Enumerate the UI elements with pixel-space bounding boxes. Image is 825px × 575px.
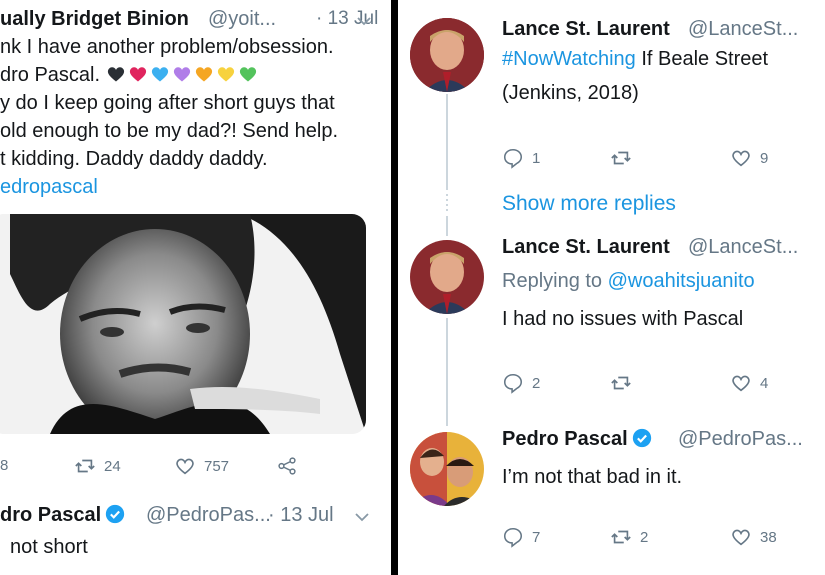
thread-dots xyxy=(446,194,448,214)
tweet-text-line-3: y do I keep going after short guys that xyxy=(0,92,335,114)
show-more-replies-link[interactable]: Show more replies xyxy=(502,192,676,216)
verified-badge-icon xyxy=(106,504,125,524)
reply-count: 8 xyxy=(0,457,9,474)
heart-icon xyxy=(732,375,750,392)
heart-icon xyxy=(732,529,750,546)
reply-action[interactable]: 7 xyxy=(502,526,540,548)
tweet-text: I had no issues with Pascal xyxy=(502,308,744,330)
tweet-text-line-5: t kidding. Daddy daddy daddy. xyxy=(0,148,268,170)
reply-text: not short xyxy=(10,536,88,558)
heart-emoji-icon xyxy=(238,64,258,84)
retweet-icon xyxy=(611,530,631,544)
tweet-text-line-1: #NowWatching If Beale Street xyxy=(502,48,768,71)
thread-line xyxy=(446,94,448,190)
retweet-action[interactable] xyxy=(610,372,640,394)
tweet-text-line-2: (Jenkins, 2018) xyxy=(502,82,639,104)
tweet-text: I’m not that bad in it. xyxy=(502,466,683,488)
tweet-author-name-text: Pedro Pascal xyxy=(502,428,628,450)
heart-emoji-icon xyxy=(106,64,126,84)
chevron-down-icon[interactable] xyxy=(355,512,369,522)
like-action[interactable]: 38 xyxy=(730,526,777,548)
reply-count: 1 xyxy=(532,149,541,167)
heart-icon xyxy=(176,458,194,475)
reply-author-name[interactable]: dro Pascal xyxy=(0,504,125,527)
hashtag-link[interactable]: edropascal xyxy=(0,176,98,199)
reply-count: 7 xyxy=(532,528,541,546)
portrait-image xyxy=(0,214,366,434)
avatar[interactable] xyxy=(410,432,484,506)
like-action[interactable]: 4 xyxy=(730,372,768,394)
retweet-icon xyxy=(611,151,631,165)
reply-timestamp[interactable]: · 13 Jul xyxy=(268,504,334,527)
reply-icon xyxy=(503,373,523,394)
heart-icon xyxy=(732,150,750,167)
retweet-icon xyxy=(611,376,631,390)
chevron-down-icon[interactable] xyxy=(357,16,371,26)
reply-icon xyxy=(503,148,523,169)
tweet-author-handle[interactable]: @PedroPas... xyxy=(678,428,803,451)
like-count: 757 xyxy=(204,457,230,475)
heart-emoji-icon xyxy=(172,64,192,84)
thread-line xyxy=(446,216,448,236)
verified-badge-icon xyxy=(632,428,651,448)
heart-emoji-icon xyxy=(194,64,214,84)
reply-icon xyxy=(503,527,523,548)
tweet-text-line-2: dro Pascal. xyxy=(0,64,258,87)
like-count: 38 xyxy=(760,528,777,546)
reply-author-name-text: dro Pascal xyxy=(0,504,102,526)
thread-line xyxy=(446,318,448,426)
tweet-text-rest: If Beale Street xyxy=(641,48,769,70)
hashtag-link[interactable]: #NowWatching xyxy=(502,48,636,70)
tweet-author-name[interactable]: Pedro Pascal xyxy=(502,428,652,451)
like-count: 4 xyxy=(760,374,769,392)
like-action[interactable]: 757 xyxy=(174,455,229,477)
avatar-image xyxy=(410,240,484,314)
avatar[interactable] xyxy=(410,240,484,314)
tweet-author-name[interactable]: Lance St. Laurent xyxy=(502,18,670,41)
tweet-photo[interactable] xyxy=(0,214,366,434)
tweet-author-handle[interactable]: @LanceSt... xyxy=(688,236,798,259)
reply-count: 2 xyxy=(532,374,541,392)
heart-emojis xyxy=(106,64,258,84)
retweet-action[interactable]: 2 xyxy=(610,526,648,548)
reply-action[interactable]: 8 xyxy=(0,457,8,474)
avatar-image xyxy=(410,432,484,506)
tweet-text-line-4: old enough to be my dad?! Send help. xyxy=(0,120,339,142)
tweet-text-line-1: nk I have another problem/obsession. xyxy=(0,36,334,58)
reply-action[interactable]: 1 xyxy=(502,147,540,169)
retweet-action[interactable]: 24 xyxy=(74,455,121,477)
retweet-count: 24 xyxy=(104,457,121,475)
heart-emoji-icon xyxy=(150,64,170,84)
tweet-author-handle[interactable]: @yoit... xyxy=(208,8,276,31)
share-action[interactable] xyxy=(276,455,298,477)
heart-emoji-icon xyxy=(128,64,148,84)
left-screenshot-panel: ually Bridget Binion @yoit... · 13 Jul n… xyxy=(0,0,391,575)
right-screenshot-panel: Lance St. Laurent @LanceSt... #NowWatchi… xyxy=(398,0,825,575)
like-count: 9 xyxy=(760,149,769,167)
reply-action[interactable]: 2 xyxy=(502,372,540,394)
replying-to-handle-link[interactable]: @woahitsjuanito xyxy=(608,270,755,292)
tweet-text-line-2-text: dro Pascal. xyxy=(0,64,101,86)
retweet-icon xyxy=(75,459,95,473)
replying-to-line: Replying to @woahitsjuanito xyxy=(502,270,755,293)
retweet-count: 2 xyxy=(640,528,649,546)
tweet-author-name[interactable]: ually Bridget Binion xyxy=(0,8,189,31)
avatar-image xyxy=(410,18,484,92)
retweet-action[interactable] xyxy=(610,147,640,169)
like-action[interactable]: 9 xyxy=(730,147,768,169)
tweet-author-name[interactable]: Lance St. Laurent xyxy=(502,236,670,259)
avatar[interactable] xyxy=(410,18,484,92)
reply-author-handle[interactable]: @PedroPas... xyxy=(146,504,271,527)
replying-to-prefix: Replying to xyxy=(502,270,603,292)
heart-emoji-icon xyxy=(216,64,236,84)
share-icon xyxy=(278,457,296,475)
tweet-author-handle[interactable]: @LanceSt... xyxy=(688,18,798,41)
